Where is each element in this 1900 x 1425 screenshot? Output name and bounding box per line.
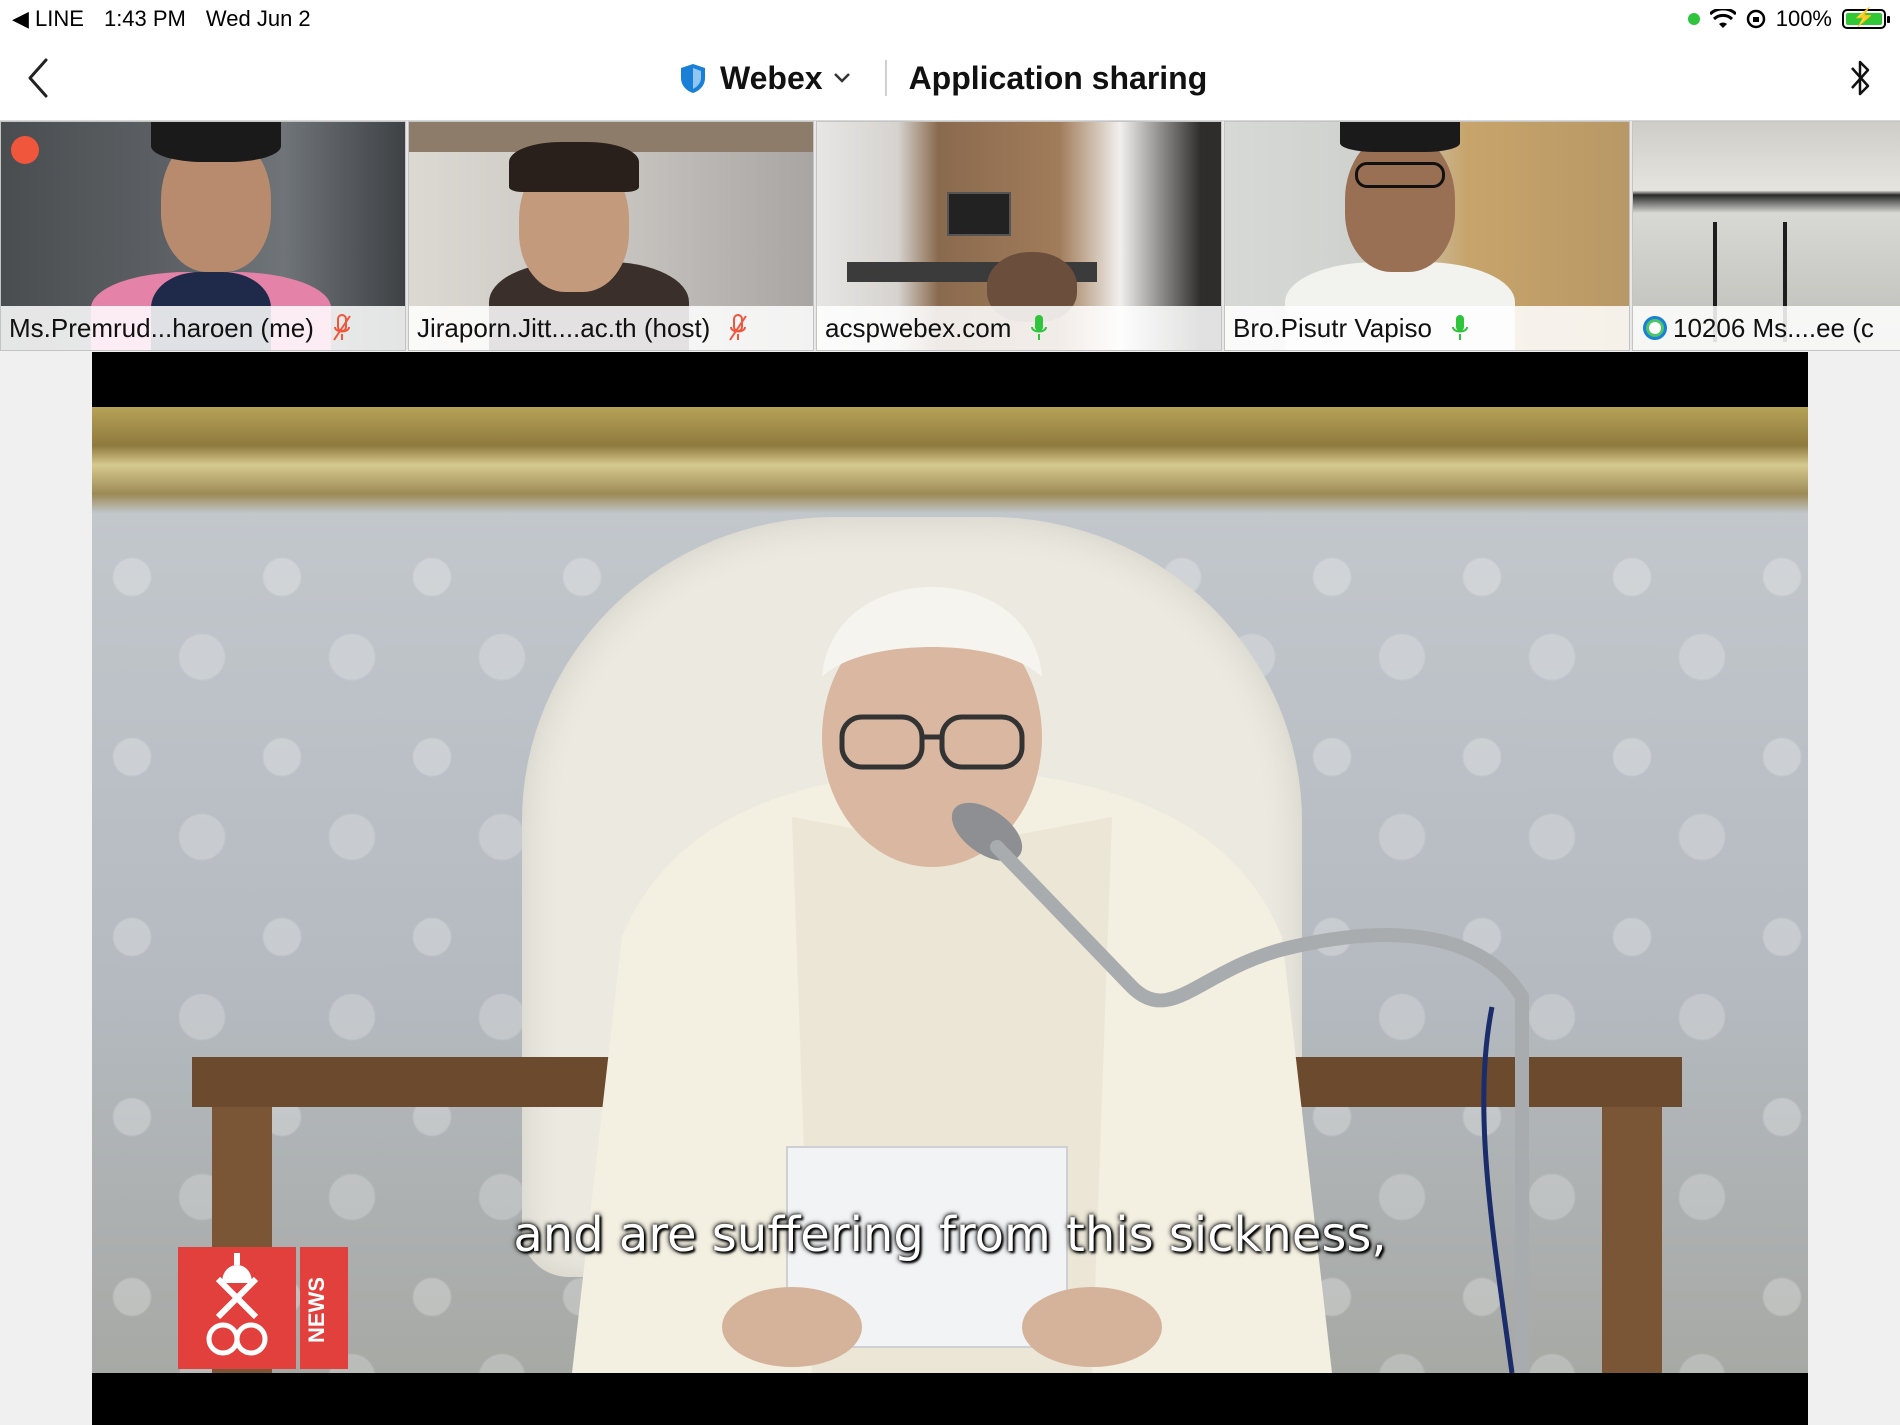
participant-tile[interactable]: acspwebex.com xyxy=(816,121,1222,351)
participant-nameplate: Bro.Pisutr Vapiso xyxy=(1225,306,1629,350)
participant-tile[interactable]: Ms.Premrud...haroen (me) xyxy=(0,121,406,351)
mic-muted-icon xyxy=(333,314,351,341)
shared-video-frame: and are suffering from this sickness, NE… xyxy=(92,407,1808,1373)
participant-name: Bro.Pisutr Vapiso xyxy=(1233,312,1432,343)
participant-nameplate: Jiraporn.Jitt....ac.th (host) xyxy=(409,306,813,350)
logo-text: NEWS xyxy=(304,1277,329,1343)
participant-tile[interactable]: Jiraporn.Jitt....ac.th (host) xyxy=(408,121,814,351)
participant-name: Ms.Premrud...haroen (me) xyxy=(9,312,314,343)
back-to-app-link[interactable]: ◀ LINE xyxy=(12,6,84,32)
participant-tile[interactable]: Bro.Pisutr Vapiso xyxy=(1224,121,1630,351)
app-switcher-label[interactable]: Webex xyxy=(720,60,823,97)
webex-device-icon xyxy=(1643,316,1667,340)
vatican-news-logo: NEWS xyxy=(178,1247,348,1369)
participant-nameplate: Ms.Premrud...haroen (me) xyxy=(1,306,405,350)
shared-screen[interactable]: and are suffering from this sickness, NE… xyxy=(92,352,1808,1425)
header-divider xyxy=(884,60,887,96)
participant-name: 10206 Ms....ee (c xyxy=(1673,312,1874,343)
battery-icon: ⚡ xyxy=(1842,7,1890,29)
video-subtitle: and are suffering from this sickness, xyxy=(513,1207,1387,1263)
shield-icon xyxy=(681,64,705,93)
battery-percent: 100% xyxy=(1775,6,1832,31)
participant-name: acspwebex.com xyxy=(825,312,1012,343)
status-time: 1:43 PM xyxy=(103,6,186,31)
charging-bolt-icon: ⚡ xyxy=(1852,7,1876,27)
participant-name: Jiraporn.Jitt....ac.th (host) xyxy=(417,312,711,343)
header-title-group: Webex Application sharing xyxy=(678,54,1207,102)
bluetooth-icon[interactable] xyxy=(1846,56,1874,100)
mic-on-icon xyxy=(1031,315,1048,340)
app-header: Webex Application sharing xyxy=(0,36,1900,121)
orientation-lock-icon xyxy=(1746,9,1765,29)
mic-muted-icon xyxy=(729,314,748,341)
participant-nameplate: acspwebex.com xyxy=(817,306,1221,350)
page-title: Application sharing xyxy=(908,59,1208,96)
chevron-down-icon[interactable] xyxy=(833,72,851,84)
recording-indicator-icon xyxy=(11,136,39,164)
participant-tile[interactable]: 10206 Ms....ee (c xyxy=(1632,121,1900,351)
back-chevron-icon[interactable] xyxy=(18,54,58,102)
wifi-icon xyxy=(1709,9,1736,28)
status-date: Wed Jun 2 xyxy=(205,6,311,31)
participant-strip[interactable]: Ms.Premrud...haroen (me) Jiraporn.Jitt..… xyxy=(0,121,1900,351)
mic-on-icon xyxy=(1451,315,1468,340)
camera-in-use-indicator-icon xyxy=(1687,13,1700,25)
participant-nameplate: 10206 Ms....ee (c xyxy=(1633,306,1900,350)
status-bar: ◀ LINE 1:43 PM Wed Jun 2 100% ⚡ xyxy=(0,0,1900,36)
